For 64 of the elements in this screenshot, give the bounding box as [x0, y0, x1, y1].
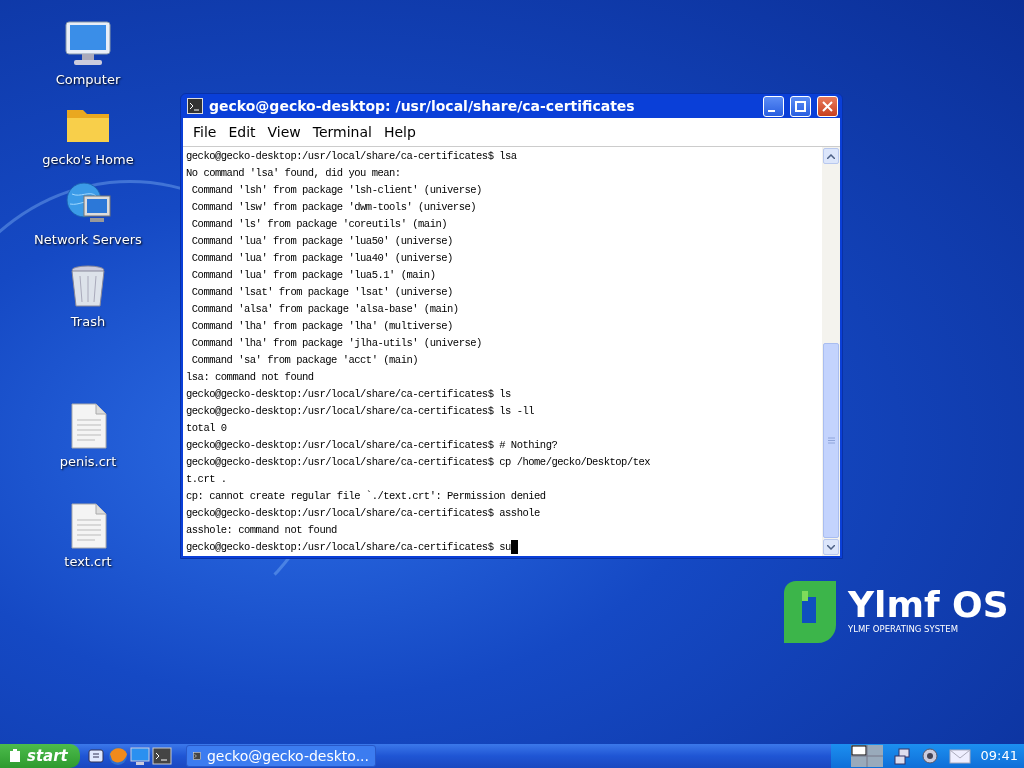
terminal-line: lsa: command not found: [186, 370, 315, 385]
scrollbar[interactable]: [822, 147, 840, 556]
terminal-line: Command 'lua' from package 'lua40' (universe): [190, 251, 454, 266]
scroll-up-button[interactable]: [823, 148, 839, 164]
icon-label[interactable]: penis.crt: [59, 452, 117, 472]
terminal-line: t.crt .: [186, 472, 228, 487]
monitor-icon[interactable]: [130, 746, 150, 766]
scrollbar-thumb[interactable]: [823, 343, 839, 538]
menu-item[interactable]: View: [261, 121, 307, 143]
grip-icon: [827, 437, 835, 445]
computer-icon[interactable]: [64, 20, 112, 68]
close-icon: [822, 100, 833, 112]
maximize-icon: [795, 100, 806, 112]
icon-label[interactable]: gecko's Home: [42, 150, 134, 170]
minimize-button[interactable]: [763, 95, 784, 117]
taskbar-button[interactable]: gecko@gecko-deskto...: [186, 745, 376, 767]
terminal-line: Command 'lua' from package 'lua5.1' (main): [190, 268, 437, 283]
workspace-grid-icon[interactable]: [850, 745, 883, 767]
terminal-line: No command 'lsa' found, did you mean:: [186, 166, 402, 181]
logo-wordmark: Ylmf OS: [848, 586, 1009, 623]
menu-item[interactable]: Help: [377, 121, 422, 143]
minimize-icon: [768, 109, 775, 112]
terminal-line: asshole: command not found: [186, 523, 338, 538]
terminal-line: Command 'lsat' from package 'lsat' (universe): [190, 285, 454, 300]
icon-label[interactable]: Trash: [70, 312, 106, 332]
menu-item[interactable]: Terminal: [306, 121, 378, 143]
terminal-icon[interactable]: [152, 746, 172, 766]
terminal-line: gecko@gecko-desktop:/usr/local/share/ca-certificates$ cp /home/gecko/Desktop/tex: [186, 455, 652, 470]
terminal-line: Command 'lha' from package 'jlha-utils' (universe): [190, 336, 483, 351]
terminal-line: Command 'lsh' from package 'lsh-client' (universe): [190, 183, 483, 198]
maximize-button[interactable]: [790, 95, 811, 117]
terminal-line: gecko@gecko-desktop:/usr/local/share/ca-certificates$ lsa: [186, 149, 518, 164]
menu-item[interactable]: Edit: [222, 121, 262, 143]
icon-label[interactable]: text.crt: [64, 552, 112, 572]
logo-tagline: YLMF OPERATING SYSTEM: [848, 622, 959, 636]
text-cursor: [510, 540, 518, 555]
clock: 09:41: [980, 747, 1018, 766]
terminal-line: cp: cannot create regular file `./text.crt': Permission denied: [186, 489, 547, 504]
network-icon[interactable]: [892, 747, 911, 765]
up-caret-icon: [827, 153, 835, 159]
terminal-line: Command 'lha' from package 'lha' (multiverse): [190, 319, 454, 334]
terminal-line: gecko@gecko-desktop:/usr/local/share/ca-certificates$ su: [186, 541, 511, 553]
scroll-down-button[interactable]: [823, 539, 839, 555]
terminal-line: Command 'ls' from package 'coreutils' (main): [190, 217, 449, 232]
window-title: gecko@gecko-desktop: /usr/local/share/ca-certificates: [209, 96, 636, 116]
terminal-line: gecko@gecko-desktop:/usr/local/share/ca-certificates$ ls -ll: [186, 404, 536, 419]
terminal-line: Command 'lua' from package 'lua50' (universe): [190, 234, 454, 249]
icon-label[interactable]: Computer: [55, 70, 121, 90]
terminal-line: total 0: [186, 421, 228, 436]
terminal-line: gecko@gecko-desktop:/usr/local/share/ca-certificates$ ls: [186, 387, 512, 402]
terminal-line: Command 'lsw' from package 'dwm-tools' (universe): [190, 200, 478, 215]
terminal-line: Command 'alsa' from package 'alsa-base' (main): [190, 302, 460, 317]
menu-item[interactable]: File: [187, 121, 223, 143]
envelope-icon[interactable]: [948, 747, 971, 765]
terminal-line: gecko@gecko-desktop:/usr/local/share/ca-certificates$ asshole: [186, 506, 541, 521]
show-desktop-icon[interactable]: [86, 746, 106, 766]
close-button[interactable]: [817, 95, 838, 117]
terminal-icon: [187, 98, 203, 114]
speaker-icon[interactable]: [920, 747, 939, 765]
terminal-line: Command 'sa' from package 'acct' (main): [190, 353, 420, 368]
down-caret-icon: [827, 544, 835, 550]
terminal-icon: [193, 749, 201, 763]
terminal-line: gecko@gecko-desktop:/usr/local/share/ca-certificates$ # Nothing?: [186, 438, 559, 453]
icon-label[interactable]: Network Servers: [34, 230, 142, 250]
